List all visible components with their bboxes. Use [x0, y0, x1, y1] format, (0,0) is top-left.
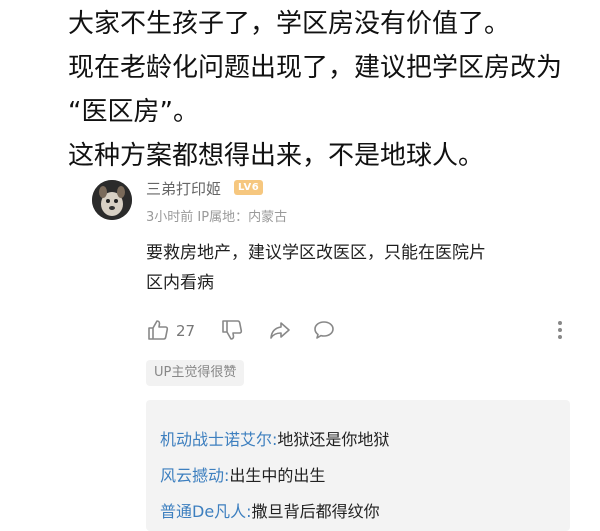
reply-item[interactable]: 机动战士诺艾尔:地狱还是你地狱 [160, 426, 389, 450]
reply-username[interactable]: 机动战士诺艾尔: [160, 430, 277, 449]
comment-meta: 3小时前 IP属地：内蒙古 [146, 210, 288, 225]
comment-text: 要救房地产，建议学区改医区，只能在医院片 区内看病 [146, 238, 576, 298]
comment-username[interactable]: 三弟打印姬 [146, 178, 221, 199]
reply-item[interactable]: 普通De凡人:撒旦背后都得纹你 [160, 498, 380, 522]
dog-avatar-icon [92, 180, 132, 220]
reply-item[interactable]: 风云撼动:出生中的出生 [160, 462, 325, 486]
up-liked-badge: UP主觉得很赞 [146, 360, 245, 386]
share-icon[interactable] [268, 318, 292, 342]
reply-username[interactable]: 普通De凡人: [160, 502, 252, 521]
more-vertical-icon[interactable] [550, 318, 570, 342]
comment-icon[interactable] [312, 318, 336, 342]
thumbs-down-icon[interactable] [220, 318, 244, 342]
reply-text: 撒旦背后都得纹你 [251, 502, 380, 521]
post-line: 现在老龄化问题出现了，建议把学区房改为 [68, 53, 563, 83]
like-count: 27 [176, 322, 196, 340]
post-text: 大家不生孩子了，学区房没有价值了。 现在老龄化问题出现了，建议把学区房改为 “医… [68, 2, 588, 178]
comment-line: 要救房地产，建议学区改医区，只能在医院片 [146, 243, 486, 263]
reply-text: 地狱还是你地狱 [277, 430, 390, 449]
comment-line: 区内看病 [146, 273, 214, 293]
reply-text: 出生中的出生 [229, 466, 326, 485]
reply-username[interactable]: 风云撼动: [160, 466, 229, 485]
post-line: 大家不生孩子了，学区房没有价值了。 [68, 9, 511, 39]
level-badge: LV6 [234, 180, 264, 195]
replies-box[interactable]: 机动战士诺艾尔:地狱还是你地狱 风云撼动:出生中的出生 普通De凡人:撒旦背后都… [146, 400, 570, 531]
comment-actions: 27 [146, 318, 576, 346]
thumbs-up-icon[interactable] [146, 318, 170, 342]
post-line: 这种方案都想得出来，不是地球人。 [68, 141, 485, 171]
avatar[interactable] [92, 180, 132, 220]
post-line: “医区房”。 [68, 97, 199, 127]
